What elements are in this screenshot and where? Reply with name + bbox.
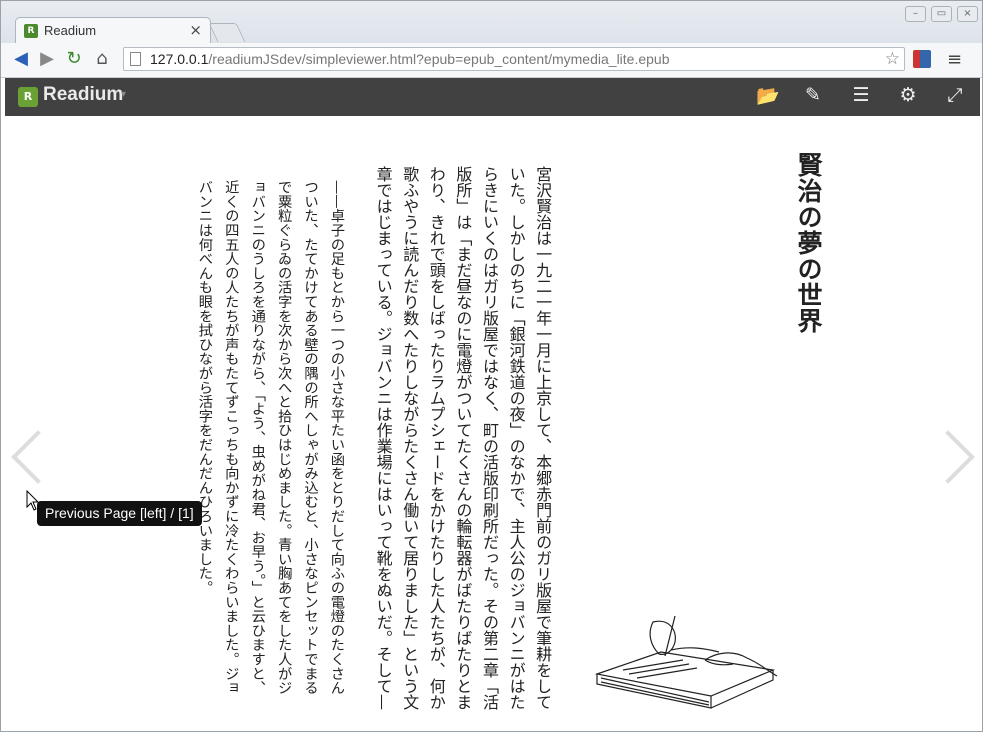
reader-viewport: 賢治の夢の世界 宮沢賢治は一九二一年一月に上京して、本郷赤門前のガリ版屋で筆耕を… (5, 116, 980, 729)
window-close-icon[interactable]: × (957, 6, 978, 22)
forward-arrow-icon[interactable]: ▶ (35, 48, 59, 69)
previous-page-arrow-icon[interactable] (11, 430, 65, 484)
readium-navbar: R Readium ▾ 📂 ✎ ☰ ⚙ ⤢ (5, 78, 980, 116)
url-text: 127.0.0.1/readiumJSdev/simpleviewer.html… (150, 51, 670, 67)
block-quote: ——卓子の足もとから一つの小さな平たい函をとりだして向ふの電燈のたくさんついた、… (196, 180, 345, 695)
library-folder-icon[interactable]: 📂 (755, 84, 781, 107)
bookmark-star-icon[interactable]: ☆ (885, 49, 900, 69)
reload-icon[interactable]: ↻ (62, 48, 86, 69)
readium-brand[interactable]: Readium (43, 84, 123, 106)
minimize-icon[interactable]: – (905, 6, 926, 22)
paragraph: 宮沢賢治は一九二一年一月に上京して、本郷赤門前のガリ版屋で筆耕をしていた。しかし… (373, 166, 553, 710)
next-page-arrow-icon[interactable] (921, 430, 975, 484)
browser-tab[interactable]: R Readium × (15, 17, 211, 44)
extension-icon[interactable] (913, 50, 931, 68)
table-of-contents-icon[interactable]: ☰ (848, 84, 874, 106)
chapter-heading: 賢治の夢の世界 (794, 152, 823, 334)
tooltip: Previous Page [left] / [1] (37, 501, 202, 526)
page-icon (130, 52, 141, 66)
new-tab-button[interactable] (208, 23, 246, 42)
mouse-cursor-icon (26, 490, 40, 511)
browser-window: R Readium × – ▭ × ◀ ▶ ↻ ⌂ 127.0.0.1/read… (0, 0, 983, 732)
tab-title: Readium (44, 23, 97, 38)
tab-close-icon[interactable]: × (189, 21, 202, 39)
brand-caret-icon: ▾ (121, 89, 127, 100)
chrome-menu-icon[interactable]: ≡ (947, 49, 962, 70)
annotate-icon[interactable]: ✎ (800, 84, 826, 106)
readium-favicon-icon: R (24, 24, 38, 38)
back-arrow-icon[interactable]: ◀ (9, 48, 33, 69)
fullscreen-icon[interactable]: ⤢ (942, 84, 968, 106)
home-icon[interactable]: ⌂ (90, 48, 114, 69)
address-bar[interactable]: 127.0.0.1/readiumJSdev/simpleviewer.html… (123, 47, 905, 71)
printer-hands-illustration (594, 615, 778, 709)
maximize-icon[interactable]: ▭ (931, 6, 952, 22)
readium-logo-icon[interactable]: R (18, 87, 38, 107)
settings-gear-icon[interactable]: ⚙ (895, 84, 921, 106)
browser-toolbar: ◀ ▶ ↻ ⌂ 127.0.0.1/readiumJSdev/simplevie… (1, 43, 982, 78)
title-bar: R Readium × – ▭ × (1, 1, 982, 44)
